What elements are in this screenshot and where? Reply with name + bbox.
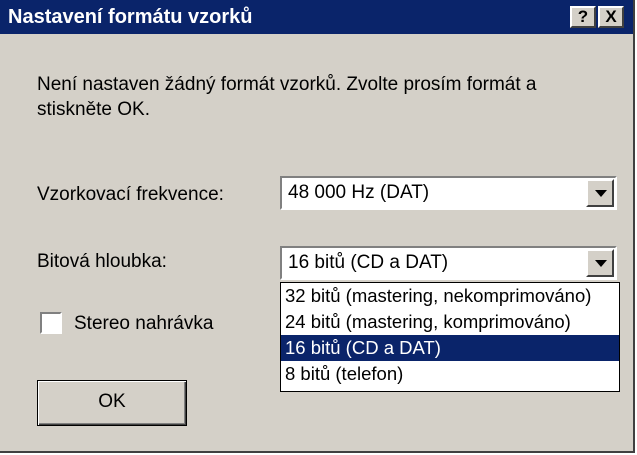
bit-depth-option-24[interactable]: 24 bitů (mastering, komprimováno)	[281, 309, 619, 335]
bit-depth-option-8[interactable]: 8 bitů (telefon)	[281, 361, 619, 387]
bit-depth-dropdown-button[interactable]	[586, 249, 614, 277]
sample-format-dialog: Nastavení formátu vzorků ? X Není nastav…	[0, 0, 635, 453]
stereo-label[interactable]: Stereo nahrávka	[74, 312, 213, 336]
close-button[interactable]: X	[598, 6, 624, 28]
help-button[interactable]: ?	[570, 6, 596, 28]
bit-depth-label: Bitová hloubka:	[37, 251, 167, 272]
ok-button[interactable]: OK	[37, 380, 187, 426]
chevron-down-icon	[595, 190, 607, 197]
instruction-message: Není nastaven žádný formát vzorků. Zvolt…	[37, 74, 537, 120]
title-bar[interactable]: Nastavení formátu vzorků ? X	[0, 0, 633, 34]
bit-depth-option-16[interactable]: 16 bitů (CD a DAT)	[281, 335, 619, 361]
bit-depth-options-list: 32 bitů (mastering, nekomprimováno) 24 b…	[280, 282, 620, 392]
dialog-title: Nastavení formátu vzorků	[8, 6, 253, 28]
chevron-down-icon	[595, 260, 607, 267]
bit-depth-value: 16 bitů (CD a DAT)	[288, 252, 449, 273]
sample-rate-dropdown-button[interactable]	[586, 179, 614, 207]
bit-depth-select[interactable]: 16 bitů (CD a DAT)	[280, 246, 617, 280]
bit-depth-option-32[interactable]: 32 bitů (mastering, nekomprimováno)	[281, 283, 619, 309]
stereo-checkbox[interactable]	[40, 312, 62, 334]
sample-rate-value: 48 000 Hz (DAT)	[288, 182, 430, 203]
sample-rate-label: Vzorkovací frekvence:	[37, 184, 224, 205]
sample-rate-select[interactable]: 48 000 Hz (DAT)	[280, 176, 617, 210]
